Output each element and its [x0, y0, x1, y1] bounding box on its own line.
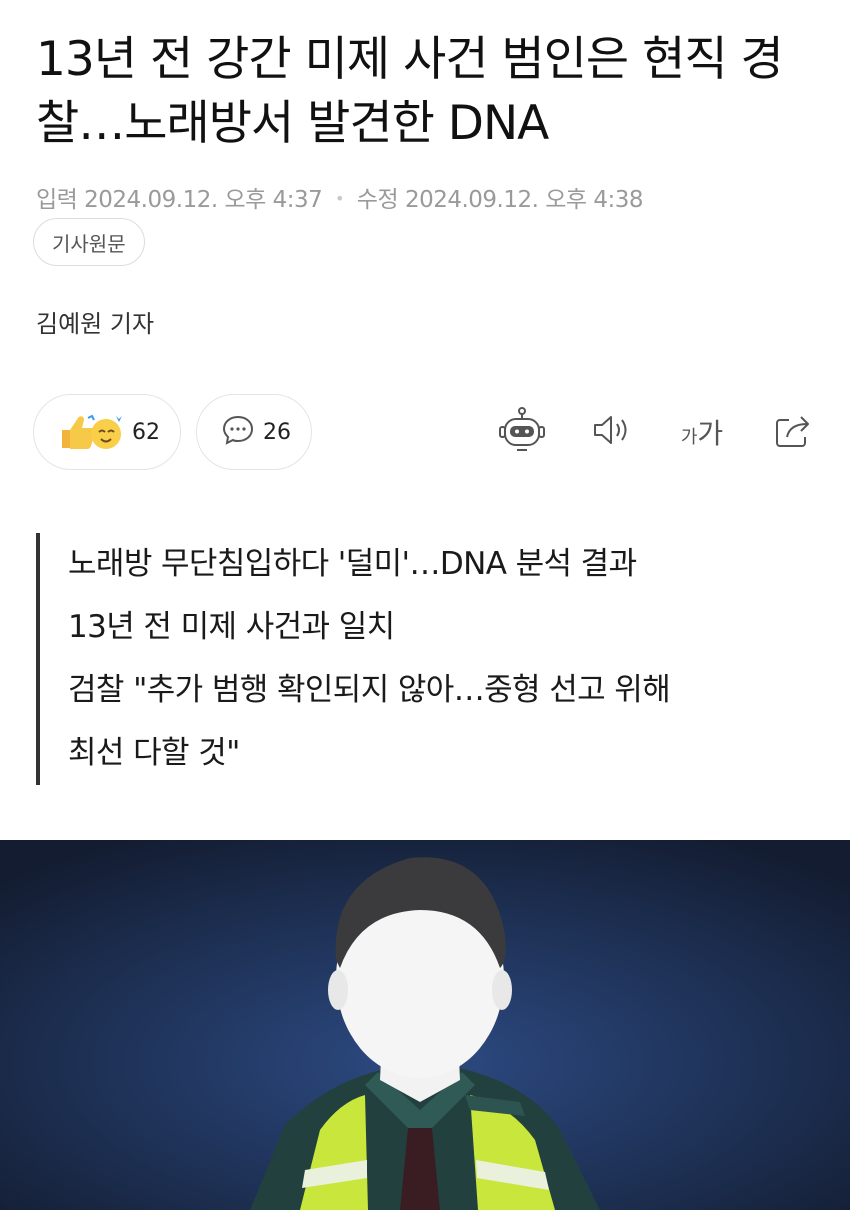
summary-line: 최선 다할 것" — [68, 735, 240, 771]
input-time: 2024.09.12. 오후 4:37 — [84, 187, 323, 213]
read-aloud-button[interactable] — [586, 405, 636, 459]
separator-dot: • — [335, 189, 344, 208]
article-summary: 노래방 무단침입하다 '덜미'…DNA 분석 결과 13년 전 미제 사건과 일… — [36, 533, 816, 785]
font-size-button[interactable]: 가가 — [672, 405, 732, 459]
summary-line: 노래방 무단침입하다 '덜미'…DNA 분석 결과 — [68, 546, 637, 582]
reporter-name: 김예원 기자 — [36, 310, 155, 338]
input-label: 입력 — [36, 187, 78, 213]
summary-bot-button[interactable] — [494, 405, 550, 459]
comment-button[interactable]: 26 — [196, 394, 312, 470]
share-button[interactable] — [768, 405, 818, 459]
font-size-icon: 가가 — [680, 417, 724, 450]
share-icon — [773, 411, 813, 453]
edit-time: 2024.09.12. 오후 4:38 — [404, 187, 644, 213]
edit-label: 수정 — [356, 187, 399, 213]
summary-line: 검찰 "추가 범행 확인되지 않아…중형 선고 위해 — [68, 672, 671, 708]
comment-count: 26 — [263, 419, 291, 445]
article-hero-illustration — [0, 840, 850, 1210]
article-meta: 입력 2024.09.12. 오후 4:37 • 수정 2024.09.12. … — [36, 180, 644, 214]
comment-bubble-icon — [221, 414, 255, 450]
reaction-emoji-icon — [58, 408, 124, 456]
summary-line: 13년 전 미제 사건과 일치 — [68, 609, 395, 645]
reaction-button[interactable]: 62 — [33, 394, 181, 470]
reaction-count: 62 — [132, 419, 160, 445]
article-title: 13년 전 강간 미제 사건 범인은 현직 경찰…노래방서 발견한 DNA — [36, 32, 784, 151]
speaker-icon — [591, 412, 631, 452]
robot-summary-icon — [497, 405, 547, 459]
original-article-button[interactable]: 기사원문 — [33, 218, 145, 266]
